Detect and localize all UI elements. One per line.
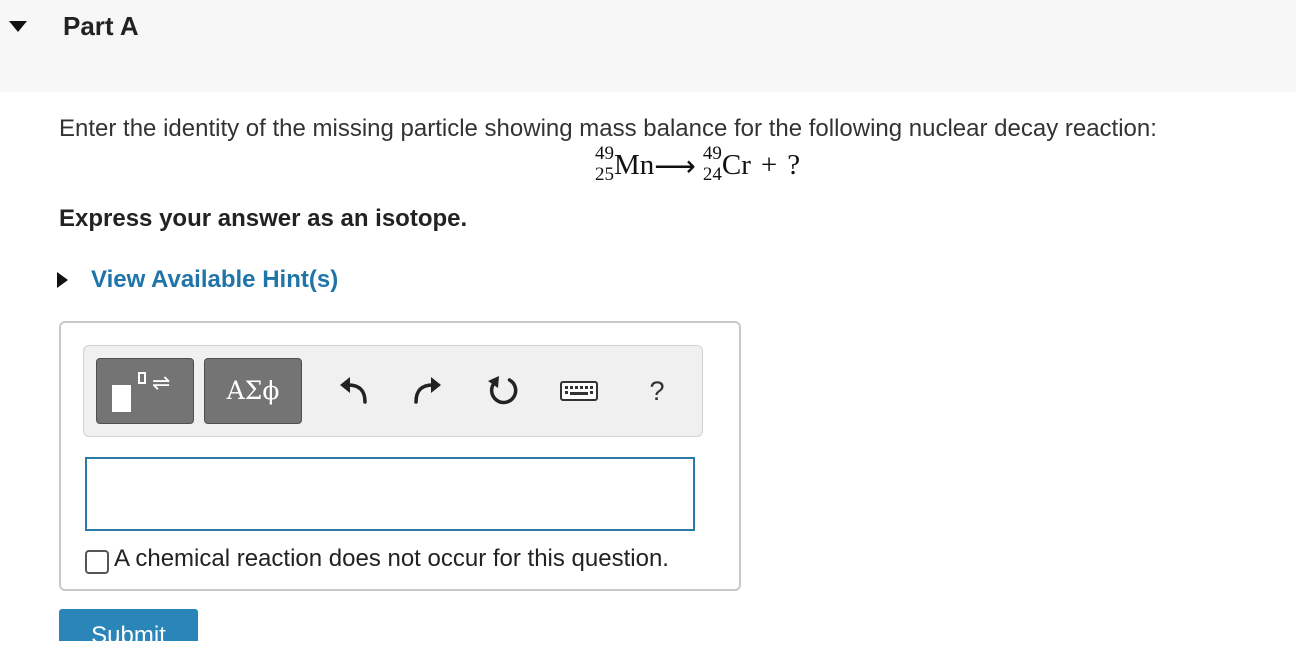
reactant-mass-number: 49 [595, 143, 614, 164]
plus-sign: + [760, 149, 778, 181]
answer-panel: ⇌ ΑΣϕ ? A chemical reaction does not occ… [59, 321, 741, 591]
product-nuclide: 49 24 Cr [696, 144, 751, 184]
product-symbol: Cr [721, 149, 751, 181]
undo-button[interactable] [333, 370, 375, 412]
no-reaction-label: A chemical reaction does not occur for t… [114, 545, 669, 572]
greek-letters-button[interactable]: ΑΣϕ [204, 358, 302, 424]
redo-icon [414, 377, 441, 404]
part-header[interactable]: Part A [0, 0, 1296, 92]
no-reaction-checkbox[interactable] [85, 550, 109, 574]
reaction-arrow: ⟶ [654, 151, 696, 183]
redo-button[interactable] [406, 370, 448, 412]
reactant-symbol: Mn [614, 149, 655, 181]
template-box-icon [112, 385, 131, 412]
equilibrium-arrows-icon: ⇌ [152, 371, 171, 396]
answer-input[interactable] [85, 457, 695, 531]
view-hints-link[interactable]: View Available Hint(s) [91, 266, 338, 294]
math-toolbar: ⇌ ΑΣϕ ? [83, 345, 703, 437]
expand-caret-icon [57, 272, 68, 288]
reset-icon [488, 376, 518, 405]
template-superscript-icon [138, 372, 146, 384]
question-prompt: Enter the identity of the missing partic… [59, 115, 1157, 142]
reactant-atomic-number: 25 [595, 164, 614, 185]
keyboard-icon [560, 381, 598, 401]
product-mass-number: 49 [702, 143, 722, 164]
keyboard-button[interactable] [558, 370, 600, 412]
part-title: Part A [63, 11, 139, 41]
help-button[interactable]: ? [636, 370, 678, 412]
product-atomic-number: 24 [702, 164, 722, 185]
submit-label: Submit [91, 622, 166, 641]
nuclear-equation: 49 25 Mn ⟶ 49 24 Cr +? [588, 144, 800, 188]
reset-button[interactable] [482, 370, 524, 412]
undo-icon [340, 377, 367, 404]
collapse-caret-icon[interactable] [9, 21, 27, 32]
submit-button[interactable]: Submit [59, 609, 198, 641]
reactant-nuclide: 49 25 Mn [588, 144, 654, 184]
unknown-particle: ? [787, 149, 801, 181]
templates-button[interactable]: ⇌ [96, 358, 194, 424]
answer-instructions: Express your answer as an isotope. [59, 205, 468, 232]
